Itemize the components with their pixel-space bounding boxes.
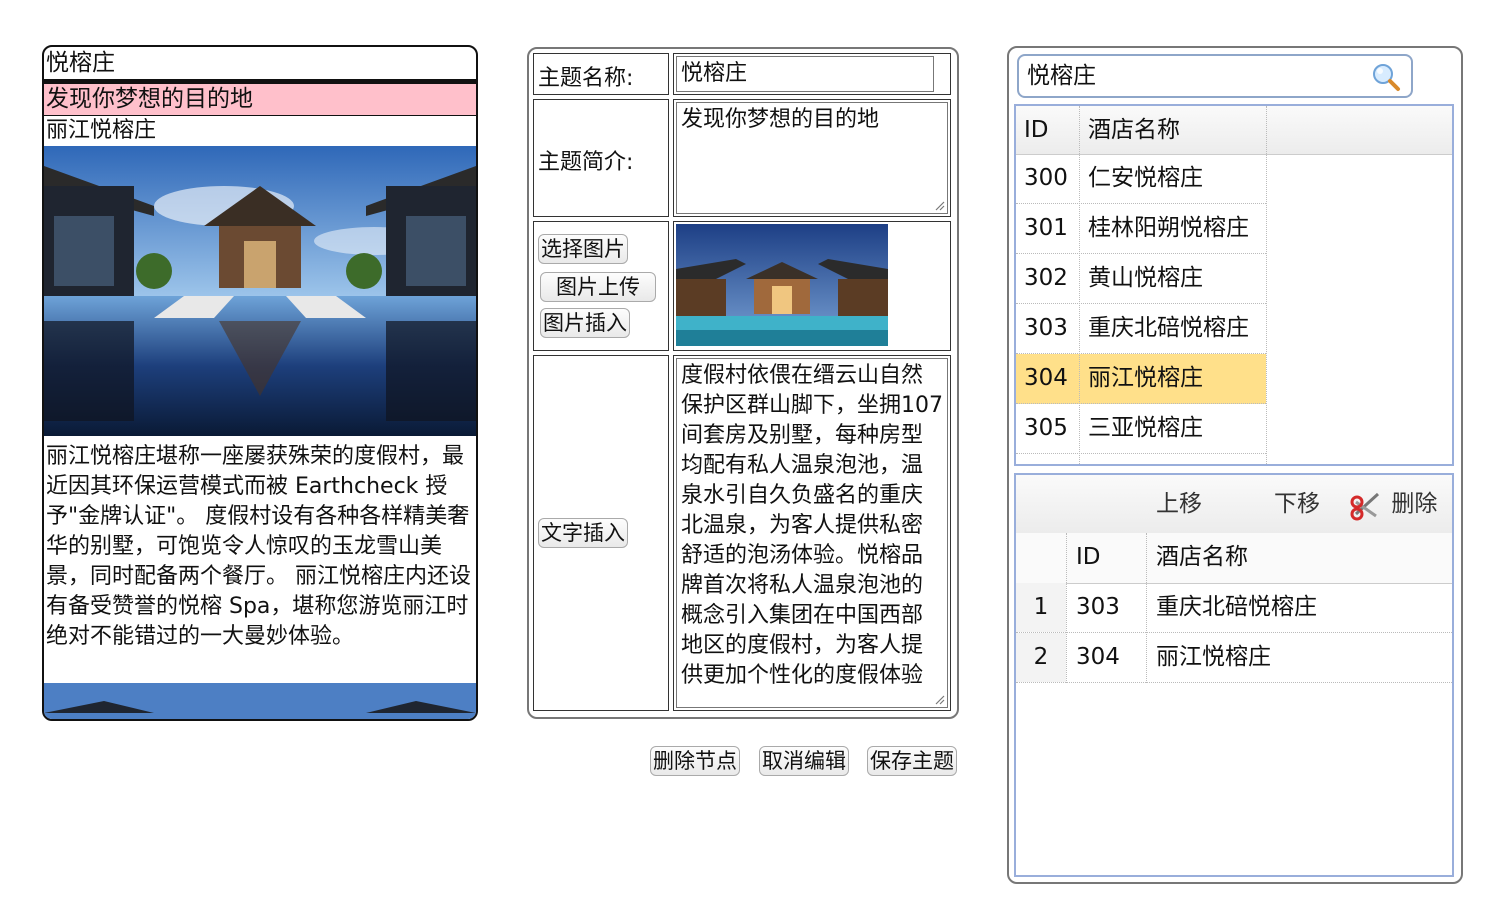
save-theme-button[interactable]: 保存主题 bbox=[867, 746, 957, 776]
theme-intro-textarea[interactable]: 发现你梦想的目的地 bbox=[676, 102, 948, 214]
preview-title: 悦榕庄 bbox=[44, 47, 476, 82]
theme-name-label: 主题名称: bbox=[538, 66, 634, 91]
resize-grip-icon[interactable] bbox=[933, 693, 945, 705]
selected-image-thumbnail bbox=[676, 224, 888, 346]
insert-text-button[interactable]: 文字插入 bbox=[538, 518, 628, 548]
hotel-id-cell: 303 bbox=[1024, 315, 1068, 341]
hotel-name-cell: 丽江悦榕庄 bbox=[1156, 644, 1271, 670]
text-insert-cell: 文字插入 bbox=[533, 355, 669, 711]
resize-grip-icon[interactable] bbox=[933, 199, 945, 211]
selected-hotel-row[interactable]: 2 304 丽江悦榕庄 bbox=[1016, 633, 1452, 683]
hotel-row[interactable]: 301 桂林阳朔悦榕庄 bbox=[1016, 204, 1266, 254]
theme-name-label-cell: 主题名称: bbox=[533, 53, 669, 95]
search-input-value: 悦榕庄 bbox=[1027, 63, 1096, 89]
theme-intro-label-cell: 主题简介: bbox=[533, 99, 669, 217]
selected-grid-toolbar: 上移 下移 删除 bbox=[1016, 475, 1452, 534]
hotel-row[interactable]: 303 重庆北碚悦榕庄 bbox=[1016, 304, 1266, 354]
theme-name-input[interactable]: 悦榕庄 bbox=[676, 56, 934, 92]
theme-name-cell: 悦榕庄 bbox=[673, 53, 951, 95]
hotel-id-cell: 305 bbox=[1024, 415, 1068, 441]
hotel-row[interactable]: 305 三亚悦榕庄 bbox=[1016, 404, 1266, 454]
column-divider bbox=[1066, 533, 1067, 683]
hotel-id-cell: 304 bbox=[1024, 365, 1068, 391]
column-divider bbox=[1146, 533, 1147, 683]
theme-intro-label: 主题简介: bbox=[538, 150, 634, 175]
hotel-list-grid: ID 酒店名称 300 仁安悦榕庄 301 桂林阳朔悦榕庄 302 黄山悦榕庄 303 重庆北… bbox=[1014, 104, 1454, 466]
move-up-button[interactable]: 上移 bbox=[1156, 475, 1202, 533]
hotel-selector-panel: 悦榕庄 ID 酒店名称 300 仁安悦榕庄 301 桂林阳朔悦榕庄 302 黄山悦榕庄 30… bbox=[1007, 46, 1463, 884]
col-header-hotel-name[interactable]: 酒店名称 bbox=[1088, 106, 1268, 154]
column-divider bbox=[1079, 106, 1080, 464]
selected-hotel-grid: 上移 下移 删除 ID 酒店名称 1 303 重庆北碚悦榕庄 2 304 丽江悦榕庄 bbox=[1014, 473, 1454, 877]
search-input[interactable]: 悦榕庄 bbox=[1017, 54, 1413, 98]
image-buttons-cell: 选择图片 图片上传 图片插入 bbox=[533, 221, 669, 351]
hotel-id-cell: 302 bbox=[1024, 265, 1068, 291]
col-header-id[interactable]: ID bbox=[1076, 533, 1146, 583]
hotel-grid-header: ID 酒店名称 bbox=[1016, 106, 1452, 155]
preview-hotel-name: 丽江悦榕庄 bbox=[46, 118, 157, 143]
theme-intro-cell: 发现你梦想的目的地 bbox=[673, 99, 951, 217]
delete-node-button[interactable]: 删除节点 bbox=[650, 746, 740, 776]
delete-label: 删除 bbox=[1391, 491, 1438, 517]
theme-intro-text: 发现你梦想的目的地 bbox=[681, 107, 880, 132]
col-header-id[interactable]: ID bbox=[1024, 106, 1084, 154]
theme-preview-panel: 悦榕庄 发现你梦想的目的地 丽江悦榕庄 丽江悦榕庄堪称一座屡获殊荣的度假村，最近… bbox=[42, 45, 478, 721]
hotel-row[interactable]: 300 仁安悦榕庄 bbox=[1016, 154, 1266, 204]
move-down-button[interactable]: 下移 bbox=[1274, 475, 1320, 533]
preview-second-photo bbox=[44, 683, 476, 719]
text-content-textarea[interactable]: 度假村依偎在缙云山自然保护区群山脚下，坐拥107 间套房及别墅，每种房型均配有私… bbox=[676, 358, 948, 708]
cancel-edit-button[interactable]: 取消编辑 bbox=[759, 746, 849, 776]
hotel-id-cell: 301 bbox=[1024, 215, 1068, 241]
selected-hotel-row[interactable]: 1 303 重庆北碚悦榕庄 bbox=[1016, 583, 1452, 633]
upload-image-button[interactable]: 图片上传 bbox=[540, 272, 656, 302]
hotel-id-cell: 300 bbox=[1024, 165, 1068, 191]
scissors-icon bbox=[1350, 492, 1380, 520]
preview-subtitle: 发现你梦想的目的地 bbox=[44, 82, 476, 116]
theme-edit-form: 主题名称: 悦榕庄 主题简介: 发现你梦想的目的地 选择图片 图片上传 图片插入 bbox=[527, 47, 959, 719]
hotel-name-cell: 重庆北碚悦榕庄 bbox=[1156, 594, 1317, 620]
hotel-name-cell: 三亚悦榕庄 bbox=[1088, 415, 1203, 441]
hotel-name-cell: 仁安悦榕庄 bbox=[1088, 165, 1203, 191]
row-number-cell: 1 bbox=[1016, 583, 1066, 632]
hotel-id-cell: 304 bbox=[1076, 644, 1120, 670]
preview-hotel-photo bbox=[44, 146, 476, 436]
delete-selected-button[interactable]: 删除 bbox=[1350, 475, 1437, 533]
hotel-row[interactable]: 302 黄山悦榕庄 bbox=[1016, 254, 1266, 304]
hotel-name-cell: 重庆北碚悦榕庄 bbox=[1088, 315, 1249, 341]
column-divider bbox=[1266, 106, 1267, 464]
hotel-name-cell: 黄山悦榕庄 bbox=[1088, 265, 1203, 291]
hotel-name-cell: 桂林阳朔悦榕庄 bbox=[1088, 215, 1249, 241]
text-content-cell: 度假村依偎在缙云山自然保护区群山脚下，坐拥107 间套房及别墅，每种房型均配有私… bbox=[673, 355, 951, 711]
insert-image-button[interactable]: 图片插入 bbox=[540, 308, 630, 338]
text-content: 度假村依偎在缙云山自然保护区群山脚下，坐拥107 间套房及别墅，每种房型均配有私… bbox=[681, 363, 943, 688]
image-preview-cell bbox=[673, 221, 951, 351]
hotel-name-cell: 丽江悦榕庄 bbox=[1088, 365, 1203, 391]
hotel-row[interactable]: 304 丽江悦榕庄 bbox=[1016, 354, 1266, 404]
selected-grid-header: ID 酒店名称 bbox=[1016, 533, 1452, 584]
col-header-hotel-name[interactable]: 酒店名称 bbox=[1156, 533, 1356, 583]
preview-description: 丽江悦榕庄堪称一座屡获殊荣的度假村，最近因其环保运营模式而被 Earthchec… bbox=[46, 444, 471, 649]
row-number-cell: 2 bbox=[1016, 633, 1066, 682]
select-image-button[interactable]: 选择图片 bbox=[538, 234, 628, 264]
search-icon[interactable] bbox=[1371, 62, 1401, 92]
hotel-id-cell: 303 bbox=[1076, 594, 1120, 620]
